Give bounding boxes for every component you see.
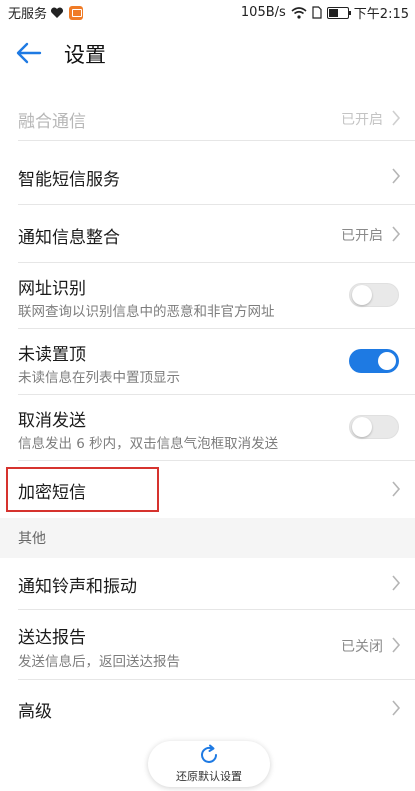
wifi-icon xyxy=(291,6,307,19)
chevron-right-icon xyxy=(392,110,401,126)
restore-defaults-button[interactable]: 还原默认设置 xyxy=(148,741,270,787)
setting-description: 联网查询以识别信息中的恶意和非官方网址 xyxy=(18,304,275,320)
unread-pin-toggle[interactable] xyxy=(349,349,399,373)
setting-ringtone-vibration[interactable]: 通知铃声和振动 xyxy=(0,558,415,610)
refresh-icon xyxy=(201,744,217,763)
setting-value: 已开启 xyxy=(341,228,383,244)
sim-icon xyxy=(312,6,322,19)
setting-rcs[interactable]: 融合通信 已开启 xyxy=(0,96,415,141)
chevron-right-icon xyxy=(392,575,401,591)
section-title: 其他 xyxy=(18,531,46,547)
scrolled-section-remnant xyxy=(0,84,415,96)
setting-value: 已关闭 xyxy=(341,639,383,655)
heart-icon xyxy=(51,6,64,18)
setting-value: 已开启 xyxy=(341,112,383,128)
setting-smart-sms[interactable]: 智能短信服务 xyxy=(0,147,415,205)
page-title: 设置 xyxy=(64,43,106,67)
back-arrow-icon[interactable] xyxy=(14,38,44,68)
setting-advanced[interactable]: 高级 xyxy=(0,680,415,736)
setting-label: 取消发送 xyxy=(18,411,86,431)
section-header-other: 其他 xyxy=(0,518,415,558)
status-bar: 无服务 105B/s 下午2:15 xyxy=(0,0,415,22)
setting-cancel-send: 取消发送 信息发出 6 秒内，双击信息气泡框取消发送 xyxy=(0,395,415,461)
setting-label: 网址识别 xyxy=(18,279,86,299)
setting-label: 高级 xyxy=(18,702,52,722)
cancel-send-toggle[interactable] xyxy=(349,415,399,439)
setting-description: 信息发出 6 秒内，双击信息气泡框取消发送 xyxy=(18,436,279,452)
setting-url-recognition: 网址识别 联网查询以识别信息中的恶意和非官方网址 xyxy=(0,263,415,329)
setting-description: 发送信息后，返回送达报告 xyxy=(18,654,180,670)
clock: 下午2:15 xyxy=(353,7,409,22)
setting-description: 未读信息在列表中置顶显示 xyxy=(18,370,180,386)
highlight-box xyxy=(6,467,159,512)
chevron-right-icon xyxy=(392,168,401,184)
battery-icon xyxy=(326,6,351,19)
setting-label: 融合通信 xyxy=(18,112,86,132)
app-header: 设置 xyxy=(0,22,415,84)
setting-label: 智能短信服务 xyxy=(18,170,120,190)
setting-delivery-report[interactable]: 送达报告 发送信息后，返回送达报告 已关闭 xyxy=(0,610,415,680)
chevron-right-icon xyxy=(392,481,401,497)
url-recognition-toggle[interactable] xyxy=(349,283,399,307)
setting-notification-merge[interactable]: 通知信息整合 已开启 xyxy=(0,205,415,263)
notification-app-icon xyxy=(69,5,84,20)
setting-unread-pin: 未读置顶 未读信息在列表中置顶显示 xyxy=(0,329,415,395)
setting-label: 未读置顶 xyxy=(18,345,86,365)
setting-label: 通知铃声和振动 xyxy=(18,577,137,597)
chevron-right-icon xyxy=(392,700,401,716)
chevron-right-icon xyxy=(392,637,401,653)
network-speed: 105B/s xyxy=(240,5,286,20)
setting-label: 送达报告 xyxy=(18,628,86,648)
setting-label: 通知信息整合 xyxy=(18,228,120,248)
chevron-right-icon xyxy=(392,226,401,242)
carrier-text: 无服务 xyxy=(8,7,48,22)
restore-defaults-label: 还原默认设置 xyxy=(176,770,242,783)
